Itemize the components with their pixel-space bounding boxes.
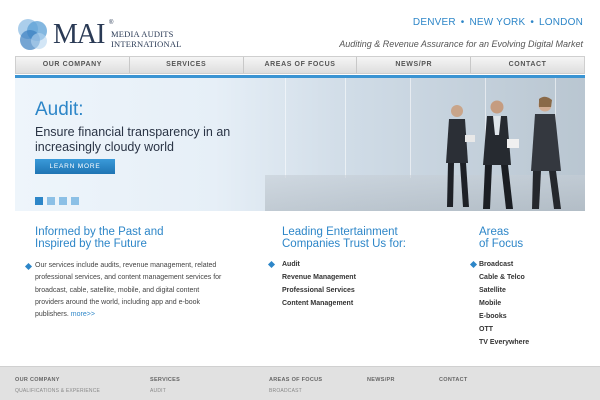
focus-item-satellite[interactable]: Satellite [479, 284, 589, 297]
focus-item-mobile[interactable]: Mobile [479, 297, 589, 310]
focus-item-ebooks[interactable]: E-books [479, 310, 589, 323]
trust-heading: Leading Entertainment Companies Trust Us… [282, 226, 452, 250]
logo-mark: MAI [53, 19, 105, 50]
nav-services[interactable]: SERVICES [130, 57, 244, 73]
hero-slide-dots [35, 197, 79, 205]
nav-areas-of-focus[interactable]: AREAS OF FOCUS [244, 57, 358, 73]
hero-slide-dot-3[interactable] [59, 197, 67, 205]
logo-line-2: International [111, 39, 182, 49]
learn-more-button[interactable]: LEARN MORE [35, 159, 115, 174]
hero-window-frame [345, 78, 346, 178]
footer-link[interactable]: BROADCAST [269, 388, 322, 394]
intro-heading: Informed by the Past and Inspired by the… [35, 226, 225, 250]
more-link[interactable]: more>> [71, 311, 95, 318]
tagline: Auditing & Revenue Assurance for an Evol… [339, 39, 583, 49]
trust-item-content-management[interactable]: Content Management [282, 297, 452, 310]
trust-item-revenue-management[interactable]: Revenue Management [282, 271, 452, 284]
footer-heading[interactable]: AREAS OF FOCUS [269, 377, 322, 383]
trust-list: Audit Revenue Management Professional Se… [267, 258, 452, 310]
footer-heading[interactable]: SERVICES [150, 377, 180, 383]
hero-banner: Audit: Ensure financial transparency in … [15, 75, 585, 211]
focus-heading-line-1: Areas [479, 226, 510, 238]
logo-link[interactable]: MAI ® Media Audits International [15, 18, 181, 52]
logo-registered-mark: ® [109, 20, 114, 26]
focus-item-broadcast[interactable]: Broadcast [469, 258, 589, 271]
main-nav: OUR COMPANY SERVICES AREAS OF FOCUS NEWS… [15, 56, 585, 74]
hero-window-frame [410, 78, 411, 178]
footer-col-our-company: OUR COMPANY QUALIFICATIONS & EXPERIENCE [15, 377, 100, 394]
trust-item-label: Audit [282, 261, 300, 268]
intro-body: Our services include audits, revenue man… [24, 260, 225, 321]
logo-circles-icon [18, 19, 47, 50]
focus-item-label: Broadcast [479, 261, 514, 268]
hero-accent-bar [15, 75, 585, 78]
nav-contact[interactable]: CONTACT [471, 57, 584, 73]
trust-heading-line-2: Companies Trust Us for: [282, 238, 406, 250]
bullet-diamond-icon [24, 262, 33, 271]
intro-column: Informed by the Past and Inspired by the… [24, 226, 225, 321]
city-separator: • [460, 17, 465, 28]
hero-slide-dot-2[interactable] [47, 197, 55, 205]
footer-col-contact: CONTACT [439, 377, 468, 383]
intro-heading-line-2: Inspired by the Future [35, 238, 147, 250]
trust-column: Leading Entertainment Companies Trust Us… [267, 226, 452, 310]
intro-body-text: Our services include audits, revenue man… [35, 262, 222, 319]
hero-title: Audit: [35, 99, 84, 120]
trust-item-audit[interactable]: Audit [267, 258, 452, 271]
city-new-york[interactable]: NEW YORK [469, 17, 525, 28]
focus-item-cable-telco[interactable]: Cable & Telco [479, 271, 589, 284]
footer-link[interactable]: AUDIT [150, 388, 180, 394]
focus-item-tv-everywhere[interactable]: TV Everywhere [479, 336, 589, 349]
bullet-diamond-icon [267, 260, 276, 269]
footer-heading[interactable]: CONTACT [439, 377, 468, 383]
footer-heading[interactable]: NEWS/PR [367, 377, 395, 383]
logo-line-1: Media Audits [111, 29, 174, 39]
footer-link[interactable]: QUALIFICATIONS & EXPERIENCE [15, 388, 100, 394]
logo-subtitle: Media Audits International [111, 29, 182, 49]
footer-col-services: SERVICES AUDIT [150, 377, 180, 394]
nav-news-pr[interactable]: NEWS/PR [357, 57, 472, 73]
site-footer: OUR COMPANY QUALIFICATIONS & EXPERIENCE … [0, 366, 600, 400]
city-denver[interactable]: DENVER [413, 17, 456, 28]
trust-heading-line-1: Leading Entertainment [282, 226, 398, 238]
city-london[interactable]: LONDON [539, 17, 583, 28]
focus-heading: Areas of Focus [479, 226, 589, 250]
trust-item-professional-services[interactable]: Professional Services [282, 284, 452, 297]
site-header: MAI ® Media Audits International DENVER … [0, 0, 600, 56]
focus-item-ott[interactable]: OTT [479, 323, 589, 336]
office-cities: DENVER • NEW YORK • LONDON [413, 17, 583, 28]
nav-our-company[interactable]: OUR COMPANY [16, 57, 130, 73]
footer-heading[interactable]: OUR COMPANY [15, 377, 100, 383]
focus-list: Broadcast Cable & Telco Satellite Mobile… [469, 258, 589, 349]
footer-col-areas-of-focus: AREAS OF FOCUS BROADCAST [269, 377, 322, 394]
hero-subtitle: Ensure financial transparency in an incr… [35, 125, 231, 154]
hero-slide-dot-4[interactable] [71, 197, 79, 205]
footer-col-news-pr: NEWS/PR [367, 377, 395, 383]
city-separator: • [530, 17, 535, 28]
focus-heading-line-2: of Focus [479, 238, 524, 250]
hero-slide-dot-1[interactable] [35, 197, 43, 205]
hero-window-frame [285, 78, 286, 178]
intro-heading-line-1: Informed by the Past and [35, 226, 164, 238]
hero-business-people-image [446, 96, 561, 209]
bullet-diamond-icon [469, 260, 478, 269]
focus-column: Areas of Focus Broadcast Cable & Telco S… [469, 226, 589, 349]
